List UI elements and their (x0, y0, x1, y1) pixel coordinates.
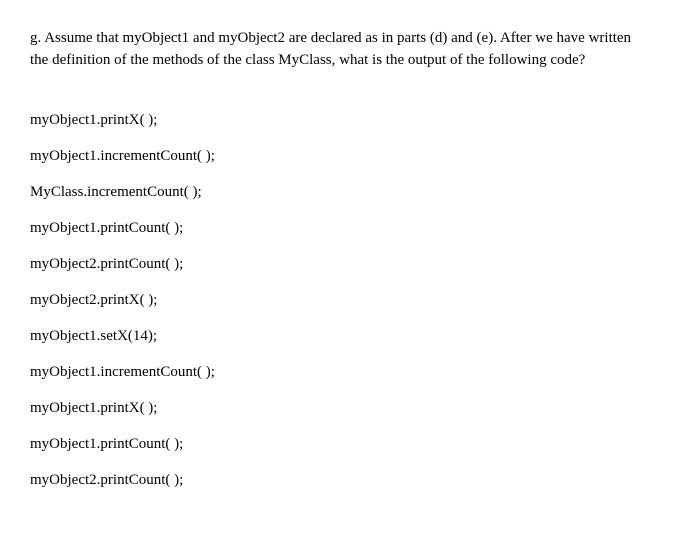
code-line: myObject1.printX( ); (30, 110, 652, 131)
question-prompt: g. Assume that myObject1 and myObject2 a… (30, 28, 652, 72)
question-paragraph: g. Assume that myObject1 and myObject2 a… (30, 28, 652, 72)
code-line: myObject1.printCount( ); (30, 218, 652, 239)
code-line: MyClass.incrementCount( ); (30, 182, 652, 203)
code-line: myObject2.printCount( ); (30, 254, 652, 275)
code-line: myObject1.printX( ); (30, 398, 652, 419)
code-line: myObject1.incrementCount( ); (30, 362, 652, 383)
code-line: myObject2.printCount( ); (30, 470, 652, 491)
code-block: myObject1.printX( ); myObject1.increment… (30, 110, 652, 491)
code-line: myObject2.printX( ); (30, 290, 652, 311)
question-label: g. (30, 30, 41, 46)
code-line: myObject1.setX(14); (30, 326, 652, 347)
code-line: myObject1.printCount( ); (30, 434, 652, 455)
code-line: myObject1.incrementCount( ); (30, 146, 652, 167)
question-body: Assume that myObject1 and myObject2 are … (30, 30, 631, 68)
